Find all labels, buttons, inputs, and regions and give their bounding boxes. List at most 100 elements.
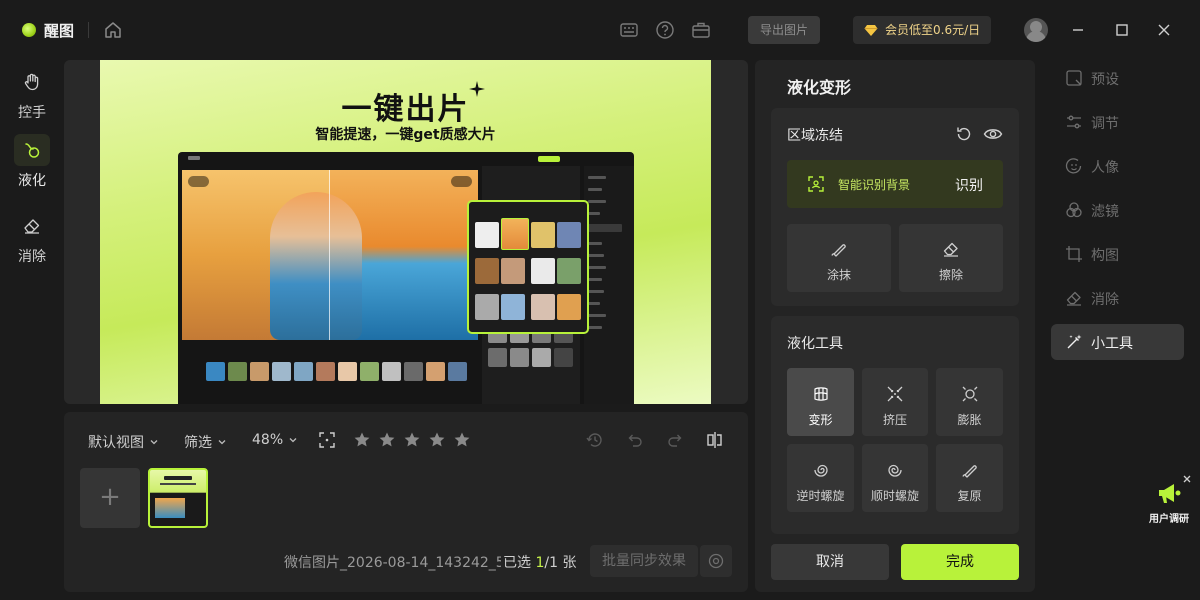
rating-star-1[interactable] [353,431,371,449]
nav-remove[interactable]: 消除 [1051,280,1184,316]
app-name: 醒图 [44,22,75,40]
erase-freeze-button[interactable]: 擦除 [899,224,1003,292]
done-button[interactable]: 完成 [901,544,1019,580]
smart-detect-action: 识别 [955,178,983,194]
nav-crop[interactable]: 构图 [1051,236,1184,272]
smart-detect-label: 智能识别背景 [838,178,911,192]
tool-pinch[interactable]: 挤压 [862,368,928,436]
home-icon[interactable] [103,20,123,40]
tool-twirl-ccw[interactable]: 逆时螺旋 [787,444,854,512]
batch-settings-button[interactable] [700,545,732,577]
compare-icon[interactable] [705,430,725,450]
tool-twirl-cw[interactable]: 顺时螺旋 [862,444,928,512]
help-icon[interactable] [655,20,675,40]
megaphone-icon [1159,484,1181,503]
zoom-dropdown[interactable]: 48% [252,432,298,448]
view-mode-label: 默认视图 [88,435,144,451]
undo-icon[interactable] [625,430,645,450]
user-survey-button[interactable]: 用户调研 [1142,474,1196,525]
sparkle-icon [469,81,485,97]
view-mode-dropdown[interactable]: 默认视图 [88,432,159,452]
close-icon[interactable] [1182,474,1192,484]
cancel-button[interactable]: 取消 [771,544,889,580]
deform-icon [813,387,828,401]
minimize-icon[interactable] [1068,20,1088,40]
nav-portrait[interactable]: 人像 [1051,148,1184,184]
nav-crop-label: 构图 [1091,248,1119,264]
rating-star-3[interactable] [403,431,421,449]
tool-restore[interactable]: 复原 [936,444,1003,512]
liquify-icon [25,143,40,158]
tool-liquify-label: 液化 [18,173,46,189]
liquify-title: 液化变形 [787,78,852,97]
app-logo [22,23,36,37]
rating-star-2[interactable] [378,431,396,449]
editing-canvas[interactable]: 一键出片 智能提速，一键get质感大片 [64,60,748,404]
eraser-icon [24,219,40,234]
history-icon[interactable] [585,430,605,450]
nav-filters[interactable]: 滤镜 [1051,192,1184,228]
restore-brush-icon [961,465,977,478]
tool-restore-label: 复原 [957,489,982,503]
plus-icon: + [99,482,121,512]
spiral-ccw-icon [813,464,828,477]
selection-count: 已选 1/1 张 [501,552,577,572]
keyboard-icon[interactable] [619,20,639,40]
tool-bloat-label: 膨胀 [957,413,982,427]
eye-icon[interactable] [983,125,1003,143]
filter-label: 筛选 [184,435,212,451]
crop-icon [1066,246,1082,262]
liquify-tools-section: 液化工具 变形 挤压 膨胀 逆时螺旋 顺时螺旋 复原 [771,316,1019,534]
nav-presets-label: 预设 [1091,72,1119,88]
tool-erase[interactable]: 消除 [0,210,64,266]
nav-tools[interactable]: 小工具 [1051,324,1184,360]
rating-star-5[interactable] [453,431,471,449]
redo-icon[interactable] [665,430,685,450]
nav-adjust[interactable]: 调节 [1051,104,1184,140]
bloat-icon [962,386,977,402]
poster-headline: 一键出片 [341,92,470,127]
vip-label: 会员低至0.6元/日 [885,23,981,37]
user-survey-label: 用户调研 [1149,514,1189,525]
file-name: 微信图片_2026-08-14_143242_561. [284,555,527,571]
add-image-button[interactable]: + [80,468,140,528]
image-thumbnail[interactable] [148,468,208,528]
nav-filters-label: 滤镜 [1091,204,1119,220]
zoom-value: 48% [252,432,284,448]
avatar[interactable] [1024,18,1048,42]
filter-dropdown[interactable]: 筛选 [184,432,227,452]
rating-star-4[interactable] [428,431,446,449]
filter-circles-icon [1066,202,1082,218]
batch-sync-button[interactable]: 批量同步效果 [590,545,698,577]
close-icon[interactable] [1154,20,1174,40]
nav-presets[interactable]: 预设 [1051,60,1184,96]
reset-icon[interactable] [955,125,973,143]
tool-liquify[interactable]: 液化 [0,134,64,190]
spiral-cw-icon [888,464,902,477]
nav-remove-label: 消除 [1091,292,1119,308]
filmstrip-panel: 默认视图 筛选 48% + 微信图片_2026-08-14_143242_561 [64,412,748,592]
tool-bloat[interactable]: 膨胀 [936,368,1003,436]
export-image-button[interactable]: 导出图片 [748,16,820,44]
chevron-down-icon [218,440,226,445]
toolbox-icon[interactable] [691,20,711,40]
title-divider [88,22,89,38]
maximize-icon[interactable] [1112,20,1132,40]
title-bar: 醒图 导出图片 会员低至0.6元/日 [0,0,1200,60]
nav-portrait-label: 人像 [1091,160,1119,176]
hand-icon [24,73,39,91]
brush-icon [831,244,846,257]
fit-screen-icon[interactable] [317,430,337,450]
tool-hand[interactable]: 控手 [0,66,64,122]
tool-deform[interactable]: 变形 [787,368,854,436]
preset-icon [1066,70,1082,86]
diamond-icon [864,25,878,36]
portrait-icon [1065,158,1082,174]
smear-button[interactable]: 涂抹 [787,224,891,292]
smart-detect-background-button[interactable]: 智能识别背景 识别 [787,160,1003,208]
tool-deform-label: 变形 [808,413,833,427]
vip-promo-button[interactable]: 会员低至0.6元/日 [853,16,991,44]
pinch-icon [887,386,903,402]
tool-erase-label: 消除 [18,249,46,265]
app-mockup [178,152,634,404]
